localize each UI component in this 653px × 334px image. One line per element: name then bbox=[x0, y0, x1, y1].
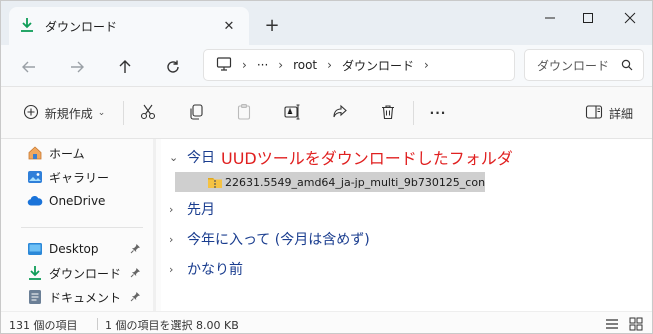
sidebar-item-downloads[interactable]: ダウンロード bbox=[27, 261, 145, 285]
annotation-text: UUDツールをダウンロードしたフォルダ bbox=[221, 149, 513, 168]
group-header-this-year[interactable]: › 今年に入って (今月は含めず) bbox=[169, 229, 370, 249]
breadcrumb-separator-icon: › bbox=[327, 58, 332, 72]
sidebar-item-desktop[interactable]: Desktop bbox=[27, 237, 145, 261]
file-explorer-window: ダウンロード ✕ + › ··· › root › ダウンロード › ダウンロー… bbox=[0, 0, 653, 334]
back-button[interactable] bbox=[15, 53, 43, 81]
download-icon bbox=[19, 17, 35, 36]
chevron-right-icon: › bbox=[169, 232, 174, 246]
copy-icon bbox=[187, 103, 205, 124]
cut-button[interactable] bbox=[133, 99, 163, 127]
group-label: 今日 bbox=[187, 150, 215, 166]
tab-close-icon[interactable]: ✕ bbox=[219, 16, 239, 36]
chevron-down-icon: ⌄ bbox=[97, 108, 106, 118]
details-view-button[interactable] bbox=[603, 315, 621, 333]
sidebar-item-home[interactable]: ホーム bbox=[27, 141, 145, 165]
title-bar: ダウンロード ✕ + bbox=[1, 1, 652, 45]
plus-circle-icon bbox=[23, 104, 39, 123]
sidebar-item-label: ギャラリー bbox=[49, 170, 110, 185]
breadcrumb-separator-icon[interactable]: › bbox=[424, 58, 429, 72]
details-label: 詳細 bbox=[608, 106, 633, 121]
breadcrumb-separator-icon: › bbox=[242, 58, 247, 72]
pin-icon bbox=[130, 291, 141, 305]
share-icon bbox=[331, 103, 349, 124]
item-count: 131 個の項目 bbox=[9, 319, 78, 332]
details-pane-button[interactable]: 詳細 bbox=[579, 99, 639, 127]
search-icon bbox=[621, 59, 633, 74]
chevron-right-icon: › bbox=[169, 202, 174, 216]
group-label: 先月 bbox=[187, 202, 215, 218]
desktop-icon bbox=[27, 241, 43, 257]
breadcrumb-separator-icon: › bbox=[278, 58, 284, 72]
tab-title: ダウンロード bbox=[45, 19, 118, 34]
search-input[interactable]: ダウンロード bbox=[524, 49, 644, 81]
command-bar: 新規作成 ⌄ ··· 詳細 bbox=[1, 87, 652, 139]
pin-icon bbox=[130, 267, 141, 281]
minimize-button[interactable] bbox=[529, 3, 571, 33]
computer-icon bbox=[216, 56, 232, 75]
breadcrumb-root[interactable]: root bbox=[293, 58, 317, 72]
new-tab-button[interactable]: + bbox=[259, 13, 285, 37]
up-button[interactable] bbox=[111, 53, 139, 81]
address-bar[interactable]: › ··· › root › ダウンロード › bbox=[203, 49, 515, 81]
sidebar-scrollbar[interactable] bbox=[153, 139, 156, 311]
chevron-down-icon: ⌄ bbox=[169, 150, 179, 164]
zip-folder-icon bbox=[207, 174, 223, 192]
clipboard-icon bbox=[235, 103, 253, 124]
sidebar-item-documents[interactable]: ドキュメント bbox=[27, 285, 145, 309]
forward-button[interactable] bbox=[63, 53, 91, 81]
rename-icon bbox=[283, 103, 301, 124]
close-window-button[interactable] bbox=[609, 3, 651, 33]
more-options-button[interactable]: ··· bbox=[423, 99, 453, 127]
share-button[interactable] bbox=[325, 99, 355, 127]
sidebar-item-label: OneDrive bbox=[49, 194, 106, 208]
rename-button[interactable] bbox=[277, 99, 307, 127]
scissors-icon bbox=[139, 103, 157, 124]
new-button-label: 新規作成 bbox=[44, 106, 93, 121]
delete-button[interactable] bbox=[373, 99, 403, 127]
new-button[interactable]: 新規作成 ⌄ bbox=[15, 99, 113, 127]
navigation-pane: ホーム ギャラリー OneDrive Desktop ダウンロード ドキュメント bbox=[1, 139, 151, 311]
search-placeholder: ダウンロード bbox=[537, 58, 610, 73]
chevron-right-icon: › bbox=[169, 262, 174, 276]
sidebar-item-label: Desktop bbox=[49, 242, 99, 256]
sidebar-item-gallery[interactable]: ギャラリー bbox=[27, 165, 145, 189]
tab-downloads[interactable]: ダウンロード ✕ bbox=[9, 7, 249, 45]
breadcrumb-ellipsis[interactable]: ··· bbox=[257, 58, 268, 72]
pin-icon bbox=[130, 243, 141, 257]
group-header-today[interactable]: ⌄ 今日 UUDツールをダウンロードしたフォルダ bbox=[169, 145, 513, 169]
file-list: ⌄ 今日 UUDツールをダウンロードしたフォルダ 22631.5549_amd6… bbox=[161, 139, 651, 311]
copy-button[interactable] bbox=[181, 99, 211, 127]
divider bbox=[97, 318, 98, 330]
status-bar: 131 個の項目 1 個の項目を選択 8.00 KB bbox=[1, 311, 652, 333]
home-icon bbox=[27, 145, 43, 161]
details-pane-icon bbox=[585, 104, 603, 123]
gallery-icon bbox=[27, 169, 43, 185]
divider bbox=[123, 101, 124, 125]
divider bbox=[413, 101, 414, 125]
trash-icon bbox=[379, 103, 397, 124]
maximize-button[interactable] bbox=[567, 3, 609, 33]
group-label: 今年に入って (今月は含めず) bbox=[187, 232, 370, 248]
divider bbox=[21, 227, 143, 228]
file-row[interactable]: 22631.5549_amd64_ja-jp_multi_9b730125_co… bbox=[175, 172, 485, 192]
navigation-bar: › ··· › root › ダウンロード › ダウンロード bbox=[1, 45, 652, 87]
cloud-icon bbox=[27, 193, 43, 209]
document-icon bbox=[27, 289, 43, 305]
sidebar-item-label: ドキュメント bbox=[49, 290, 122, 305]
selection-info: 1 個の項目を選択 8.00 KB bbox=[105, 319, 239, 332]
breadcrumb-downloads[interactable]: ダウンロード bbox=[342, 57, 414, 74]
file-name: 22631.5549_amd64_ja-jp_multi_9b730125_co… bbox=[225, 175, 485, 189]
group-label: かなり前 bbox=[187, 262, 243, 278]
download-icon bbox=[27, 265, 43, 281]
refresh-button[interactable] bbox=[159, 53, 187, 81]
tiles-view-button[interactable] bbox=[627, 315, 645, 333]
group-header-last-month[interactable]: › 先月 bbox=[169, 199, 215, 219]
sidebar-item-label: ホーム bbox=[49, 146, 85, 161]
sidebar-item-onedrive[interactable]: OneDrive bbox=[27, 189, 145, 213]
group-header-long-ago[interactable]: › かなり前 bbox=[169, 259, 243, 279]
sidebar-item-label: ダウンロード bbox=[49, 266, 122, 281]
paste-button[interactable] bbox=[229, 99, 259, 127]
